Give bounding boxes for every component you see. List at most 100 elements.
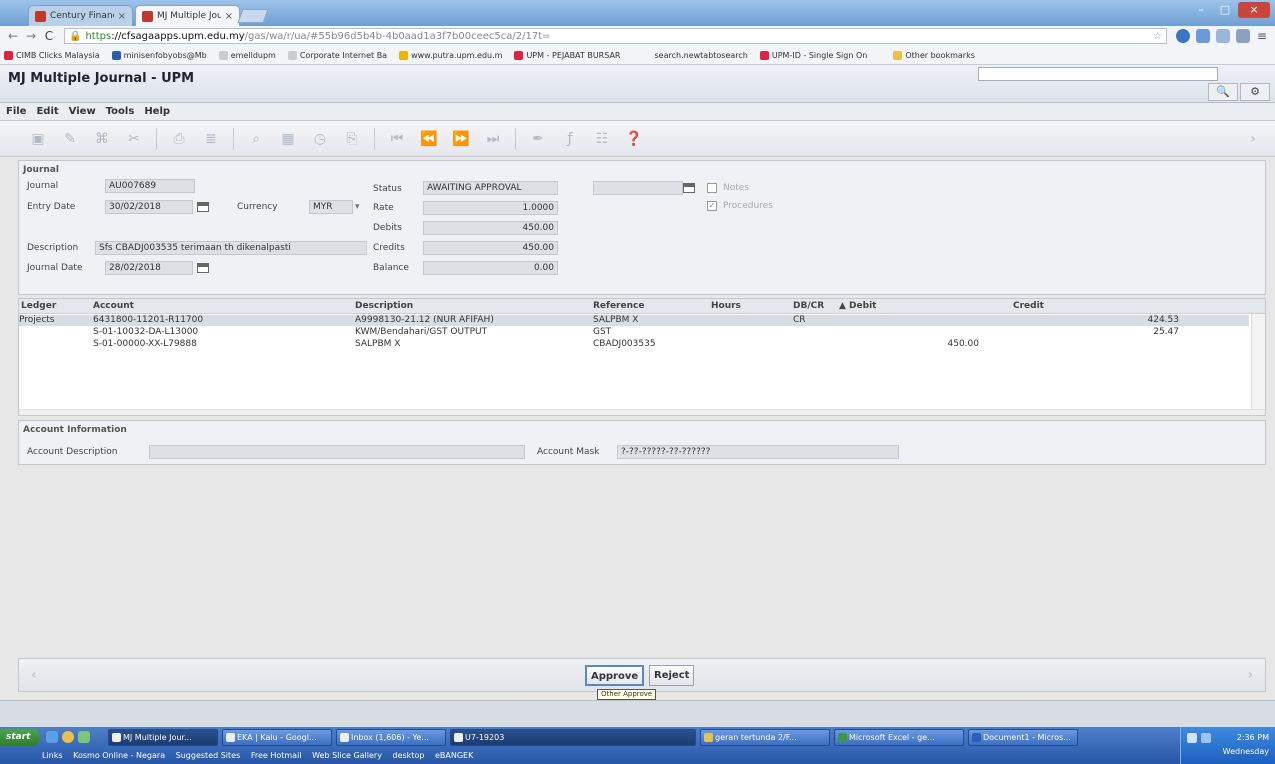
network-icon[interactable] — [1187, 733, 1197, 743]
link-item[interactable]: Web Slice Gallery — [312, 751, 382, 760]
next-record-icon[interactable]: ⏩ — [445, 127, 477, 151]
taskbar-item[interactable]: Inbox (1,606) - Ye... — [336, 729, 446, 746]
app-search-input[interactable] — [978, 67, 1218, 81]
history-icon[interactable]: ◷ — [304, 127, 336, 151]
menu-tools[interactable]: Tools — [106, 106, 135, 117]
column-header-debit[interactable]: ▲ Debit — [839, 301, 876, 311]
start-button[interactable]: start — [0, 729, 40, 746]
taskbar-item[interactable]: EKA | Kalu - Googl... — [222, 729, 332, 746]
pen-icon[interactable]: ✒ — [522, 127, 554, 151]
help-icon[interactable]: ❓ — [618, 127, 650, 151]
journal-field[interactable]: AU007689 — [105, 179, 195, 193]
calendar-icon[interactable]: ▦ — [272, 127, 304, 151]
reload-icon[interactable]: C — [40, 29, 58, 43]
last-record-icon[interactable]: ⏭ — [477, 127, 509, 151]
calendar-icon[interactable] — [197, 202, 209, 212]
bookmark-item[interactable]: Corporate Internet Ba — [287, 50, 387, 60]
maximize-button[interactable]: □ — [1214, 2, 1236, 18]
column-header-ledger[interactable]: Ledger — [21, 301, 56, 311]
table-row[interactable]: S-01-10032-DA-L13000 KWM/Bendahari/GST O… — [19, 327, 1249, 338]
column-header-account[interactable]: Account — [93, 301, 134, 311]
new-tab-button[interactable] — [237, 9, 269, 23]
search-button[interactable]: 🔍 — [1208, 83, 1238, 101]
reject-button[interactable]: Reject — [649, 665, 695, 686]
text-icon[interactable]: ƒ — [554, 127, 586, 151]
browser-tab-century[interactable]: Century Financials 6.2 - UPM × — [28, 5, 133, 26]
edit-icon[interactable]: ✎ — [54, 127, 86, 151]
bookmark-item[interactable]: www.putra.upm.edu.m — [399, 50, 502, 60]
url-input[interactable]: 🔒 https ://cfsagaapps.upm.edu.my /gas/wa… — [64, 28, 1167, 44]
back-icon[interactable]: ← — [4, 29, 22, 43]
minimize-button[interactable]: – — [1190, 2, 1212, 18]
chevron-left-icon[interactable]: ‹ — [31, 667, 37, 683]
calendar-icon[interactable] — [683, 183, 695, 193]
column-header-hours[interactable]: Hours — [711, 301, 741, 311]
taskbar-item[interactable]: Document1 - Micros... — [968, 729, 1078, 746]
taskbar-item[interactable]: geran tertunda 2/F... — [700, 729, 830, 746]
bookmark-item[interactable]: CIMB Clicks Malaysia — [4, 50, 100, 60]
menu-file[interactable]: File — [6, 106, 26, 117]
link-item[interactable]: Suggested Sites — [176, 751, 241, 760]
bookmark-item[interactable]: minisenfobyobs@Mb — [111, 50, 207, 60]
extension-icon[interactable] — [1196, 29, 1210, 43]
chrome-icon[interactable] — [62, 731, 74, 743]
list-icon[interactable]: ≣ — [195, 127, 227, 151]
table-row[interactable]: Projects 6431800-11201-R11700 A9998130-2… — [19, 315, 1249, 326]
media-icon[interactable] — [78, 731, 90, 743]
table-row[interactable]: S-01-00000-XX-L79888 SALPBM X CBADJ00353… — [19, 339, 1249, 350]
column-header-reference[interactable]: Reference — [593, 301, 644, 311]
approve-button[interactable]: Approve — [585, 665, 645, 686]
bookmark-item[interactable]: emelldupm — [218, 50, 276, 60]
extension-icon[interactable] — [1236, 29, 1250, 43]
status-date-field[interactable] — [593, 181, 683, 195]
column-header-dbcr[interactable]: DB/CR — [793, 301, 824, 311]
binoculars-icon[interactable]: ⌘ — [86, 127, 118, 151]
ie-icon[interactable] — [46, 731, 58, 743]
notes-checkbox[interactable] — [707, 183, 717, 193]
save-icon[interactable]: ▣ — [22, 127, 54, 151]
print-icon[interactable]: ⎙ — [163, 127, 195, 151]
star-icon[interactable]: ☆ — [1153, 31, 1162, 42]
clock-time[interactable]: 2:36 PM — [1237, 733, 1269, 742]
bookmark-item[interactable]: UPM - PEJABAT BURSAR — [514, 50, 621, 60]
chevron-right-icon[interactable]: › — [1247, 667, 1253, 683]
taskbar-item[interactable]: Microsoft Excel - ge... — [834, 729, 964, 746]
menu-icon[interactable]: ≡ — [1253, 29, 1271, 43]
menu-help[interactable]: Help — [144, 106, 170, 117]
entry-date-field[interactable]: 30/02/2018 — [105, 200, 193, 214]
link-item[interactable]: Free Hotmail — [251, 751, 302, 760]
grid-icon[interactable]: ☷ — [586, 127, 618, 151]
extension-icon[interactable] — [1216, 29, 1230, 43]
menu-edit[interactable]: Edit — [36, 106, 58, 117]
bookmark-item[interactable]: Other bookmarks — [893, 50, 975, 60]
calendar-icon[interactable] — [197, 263, 209, 273]
column-header-description[interactable]: Description — [355, 301, 413, 311]
menu-view[interactable]: View — [69, 106, 96, 117]
extension-icon[interactable] — [1176, 29, 1190, 43]
close-icon[interactable]: × — [118, 11, 126, 22]
taskbar-item[interactable]: U7-19203 — [450, 729, 696, 746]
first-record-icon[interactable]: ⏮ — [381, 127, 413, 151]
journal-date-field[interactable]: 28/02/2018 — [105, 261, 193, 275]
currency-field[interactable]: MYR — [309, 200, 353, 214]
forward-icon[interactable]: → — [22, 29, 40, 43]
browser-tab-mj[interactable]: MJ Multiple Journal - UPM × — [135, 5, 240, 26]
chevron-right-icon[interactable]: › — [1237, 127, 1269, 151]
close-icon[interactable]: × — [225, 11, 233, 22]
chevron-down-icon[interactable]: ▾ — [355, 202, 360, 212]
bookmark-item[interactable]: search.newtabtosearch — [655, 51, 748, 60]
close-window-button[interactable]: × — [1238, 2, 1270, 18]
description-field[interactable]: Sfs CBADJ003535 terimaan th dikenalpasti — [95, 241, 367, 255]
link-item[interactable]: desktop — [393, 751, 425, 760]
scissors-icon[interactable]: ✂ — [118, 127, 150, 151]
column-header-credit[interactable]: Credit — [1013, 301, 1044, 311]
horizontal-scrollbar[interactable] — [19, 409, 1265, 415]
bookmark-item[interactable]: UPM-ID - Single Sign On — [759, 50, 867, 60]
attach-icon[interactable]: ⎘ — [336, 127, 368, 151]
vertical-scrollbar[interactable] — [1251, 314, 1265, 414]
link-item[interactable]: eBANGEK — [435, 751, 473, 760]
settings-button[interactable]: ⚙ — [1240, 83, 1270, 101]
previous-record-icon[interactable]: ⏪ — [413, 127, 445, 151]
taskbar-item[interactable]: MJ Multiple Jour... — [108, 729, 218, 746]
procedures-checkbox[interactable]: ✓ — [707, 201, 717, 211]
